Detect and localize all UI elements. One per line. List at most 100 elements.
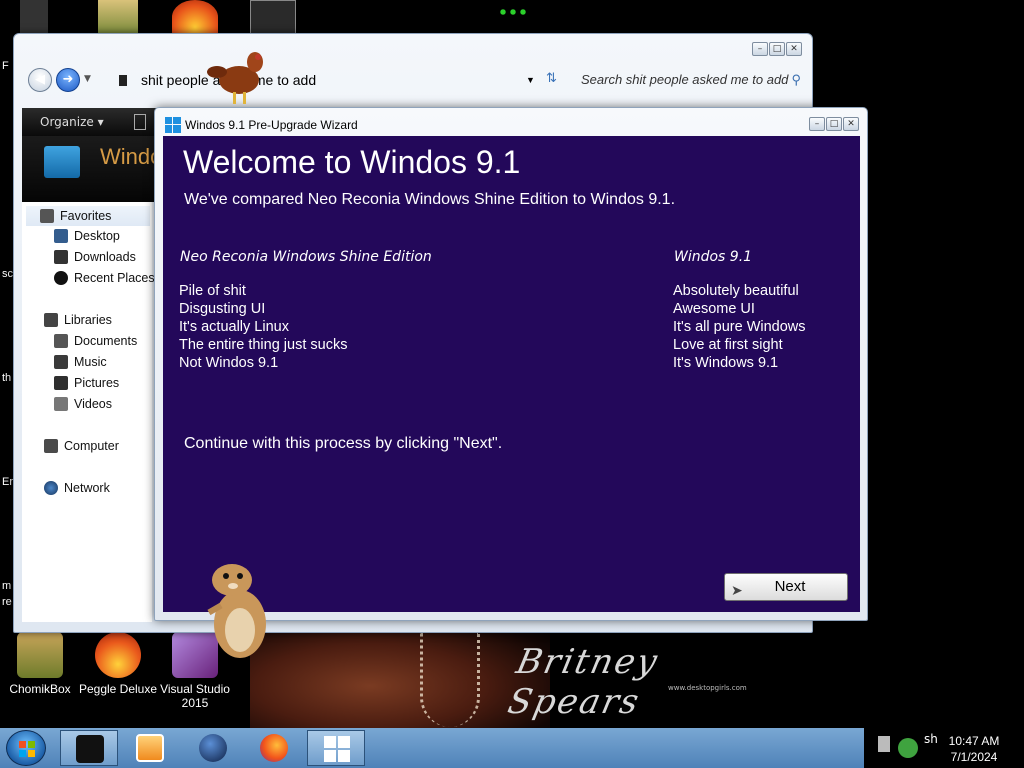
nav-item-videos[interactable]: Videos xyxy=(54,397,112,411)
hamster-sprite xyxy=(200,558,272,662)
start-button[interactable] xyxy=(6,730,46,766)
libraries-icon xyxy=(44,313,58,327)
cursor-icon: ➤ xyxy=(731,582,743,598)
wizard-continue-text: Continue with this process by clicking "… xyxy=(184,435,503,452)
media-player-icon xyxy=(136,734,164,762)
nav-item-documents[interactable]: Documents xyxy=(54,334,137,348)
wizard-content: Welcome to Windos 9.1 We've compared Neo… xyxy=(163,136,860,612)
taskbar-item-media-player[interactable] xyxy=(121,730,179,766)
upgrade-wizard-window[interactable]: Windos 9.1 Pre-Upgrade Wizard – □ ✕ Welc… xyxy=(154,107,868,621)
taskbar-item-wizard[interactable] xyxy=(307,730,365,766)
list-item: The entire thing just sucks xyxy=(179,337,348,353)
explorer-icon xyxy=(76,735,104,763)
list-item: Pile of shit xyxy=(179,283,246,299)
nav-item-favorites[interactable]: Favorites xyxy=(26,206,150,226)
globe-icon xyxy=(199,734,227,762)
network-icon xyxy=(44,481,58,495)
search-placeholder: Search shit people asked me to add xyxy=(581,72,789,87)
peggle-icon xyxy=(95,632,141,678)
back-button[interactable]: ◀ xyxy=(28,68,52,92)
downloads-icon xyxy=(54,250,68,264)
desktop-icon-peggle[interactable]: Peggle Deluxe xyxy=(78,632,158,696)
clock[interactable]: 10:47 AM 7/1/2024 xyxy=(946,733,1002,765)
toolbar-icon[interactable] xyxy=(134,114,146,130)
tray-icon[interactable] xyxy=(898,738,918,758)
documents-icon xyxy=(54,334,68,348)
computer-icon xyxy=(44,439,58,453)
list-item: Absolutely beautiful xyxy=(673,283,799,299)
desktop-icon-partial[interactable] xyxy=(250,0,296,34)
nav-item-music[interactable]: Music xyxy=(54,355,107,369)
recent-places-icon xyxy=(54,271,68,285)
maximize-icon[interactable]: □ xyxy=(826,117,842,131)
minimize-icon[interactable]: – xyxy=(752,42,768,56)
desktop-label-fragment: Er xyxy=(2,476,13,488)
taskbar: sh 10:47 AM 7/1/2024 xyxy=(0,728,1024,768)
minimize-icon[interactable]: – xyxy=(809,117,825,131)
left-column-list: Pile of shit Disgusting UI It's actually… xyxy=(179,282,347,372)
taskbar-item-browser-globe[interactable] xyxy=(184,730,242,766)
list-item: It's actually Linux xyxy=(179,319,289,335)
nav-item-downloads[interactable]: Downloads xyxy=(54,250,136,264)
desktop-icon-label: Visual Studio 2015 xyxy=(160,682,230,710)
wallpaper-url: www.desktopgirls.com xyxy=(668,684,747,692)
wizard-heading: Welcome to Windos 9.1 xyxy=(183,144,521,180)
nav-item-network[interactable]: Network xyxy=(44,481,110,495)
wallpaper-necklace xyxy=(420,632,480,727)
wallpaper-signature: Britney Spears xyxy=(504,642,663,722)
windows-logo-icon xyxy=(323,735,351,763)
recent-pages-icon[interactable]: ▼ xyxy=(84,74,91,84)
taskbar-item-firefox[interactable] xyxy=(245,730,303,766)
download-arrow-icon xyxy=(44,146,80,178)
firefox-icon xyxy=(260,734,288,762)
search-icon[interactable]: ⚲ xyxy=(791,68,801,92)
taskbar-item-explorer[interactable] xyxy=(60,730,118,766)
music-icon xyxy=(54,355,68,369)
maximize-icon[interactable]: □ xyxy=(769,42,785,56)
desktop-icon-label: ChomikBox xyxy=(9,682,71,696)
wizard-title: Windos 9.1 Pre-Upgrade Wizard xyxy=(185,118,358,132)
wallpaper-ornament xyxy=(498,8,528,16)
desktop-icon-partial[interactable] xyxy=(172,0,218,34)
right-column-header: Windos 9.1 xyxy=(674,249,753,265)
desktop-label-fragment: F xyxy=(2,60,9,72)
next-button-label: Next xyxy=(774,578,806,595)
desktop-icon-chomikbox[interactable]: ChomikBox xyxy=(0,632,80,696)
desktop-label-fragment: th xyxy=(2,372,12,384)
search-input[interactable]: Search shit people asked me to add ⚲ xyxy=(571,68,811,92)
clock-date: 7/1/2024 xyxy=(950,750,998,764)
desktop-icon-partial[interactable] xyxy=(98,0,138,34)
list-item: It's all pure Windows xyxy=(673,319,806,335)
list-item: Not Windos 9.1 xyxy=(179,355,279,371)
turkey-sprite xyxy=(203,48,273,108)
nav-item-pictures[interactable]: Pictures xyxy=(54,376,119,390)
desktop-icon-partial[interactable] xyxy=(20,0,48,34)
chomikbox-icon xyxy=(17,632,63,678)
desktop-label-fragment: m xyxy=(2,580,12,592)
desktop-label-fragment: re xyxy=(2,596,12,608)
refresh-icon[interactable]: ⇅ xyxy=(546,71,557,86)
close-icon[interactable]: ✕ xyxy=(843,117,859,131)
list-item: Disgusting UI xyxy=(179,301,266,317)
nav-item-libraries[interactable]: Libraries xyxy=(44,313,112,327)
address-dropdown-icon[interactable]: ▼ xyxy=(526,68,535,92)
clock-time: 10:47 AM xyxy=(948,734,1000,748)
system-tray: sh 10:47 AM 7/1/2024 xyxy=(864,728,1024,768)
banner-title: Windo xyxy=(100,144,163,169)
list-item: Love at first sight xyxy=(673,337,783,353)
next-button[interactable]: ➤ Next xyxy=(724,573,848,601)
list-item: It's Windows 9.1 xyxy=(673,355,779,371)
desktop-label-fragment: sc xyxy=(2,268,13,280)
nav-item-recent-places[interactable]: Recent Places xyxy=(54,271,155,285)
nav-item-desktop[interactable]: Desktop xyxy=(54,229,120,243)
nav-item-computer[interactable]: Computer xyxy=(44,439,119,453)
address-bar[interactable]: shit people asked me to add ▼ xyxy=(111,68,541,92)
explorer-window-controls: – □ ✕ xyxy=(752,42,802,56)
forward-button[interactable]: ➜ xyxy=(56,68,80,92)
desktop-icon-label: Peggle Deluxe xyxy=(78,682,158,696)
tray-icon[interactable] xyxy=(878,736,890,752)
folder-icon xyxy=(119,75,127,86)
close-icon[interactable]: ✕ xyxy=(786,42,802,56)
organize-button[interactable]: Organize ▾ xyxy=(40,115,104,129)
windows-logo-icon xyxy=(165,117,181,133)
